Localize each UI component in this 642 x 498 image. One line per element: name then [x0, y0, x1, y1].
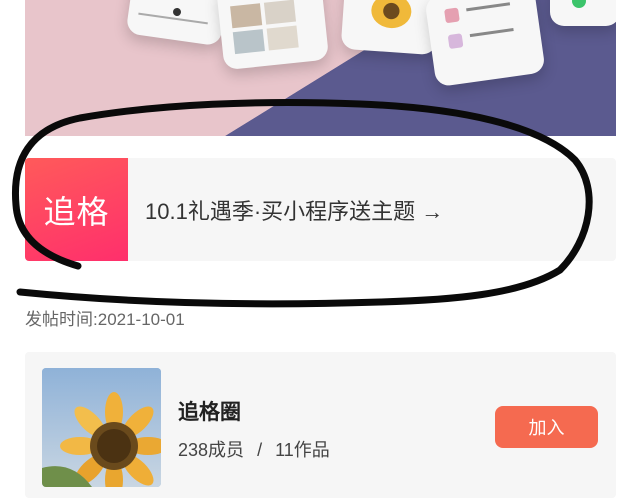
promo-banner[interactable]: 追格 10.1礼遇季·买小程序送主题 →	[25, 158, 616, 261]
group-stats: 238成员 / 11作品	[178, 436, 330, 462]
brand-logo: 追格	[25, 158, 128, 261]
post-time: 发帖时间:2021-10-01	[25, 305, 185, 330]
group-thumbnail	[42, 368, 161, 487]
phone-mockup	[424, 0, 546, 88]
brand-logo-text: 追格	[43, 192, 110, 231]
join-button[interactable]: 加入	[495, 406, 598, 448]
group-name: 追格圈	[178, 401, 241, 424]
promo-text: 10.1礼遇季·买小程序送主题 →	[145, 198, 444, 224]
stats-separator: /	[257, 440, 263, 460]
post-time-label: 发帖时间:	[25, 310, 98, 329]
phone-mockup	[550, 0, 616, 26]
phone-mockup	[215, 0, 330, 71]
sunflower-image	[42, 368, 161, 487]
group-card[interactable]: 追格圈 238成员 / 11作品 加入	[25, 352, 616, 498]
work-count: 11作品	[275, 440, 330, 460]
hero-image	[25, 0, 616, 136]
post-time-value: 2021-10-01	[97, 310, 185, 329]
member-count: 238成员	[178, 440, 245, 460]
